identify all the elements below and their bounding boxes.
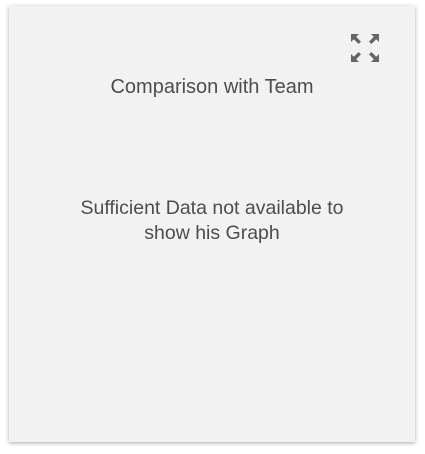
card-title: Comparison with Team — [110, 76, 314, 98]
fullscreen-expand-icon[interactable] — [350, 33, 380, 63]
comparison-card: Comparison with Team Sufficient Data not… — [9, 6, 415, 442]
no-data-message: Sufficient Data not available to show hi… — [80, 197, 344, 244]
